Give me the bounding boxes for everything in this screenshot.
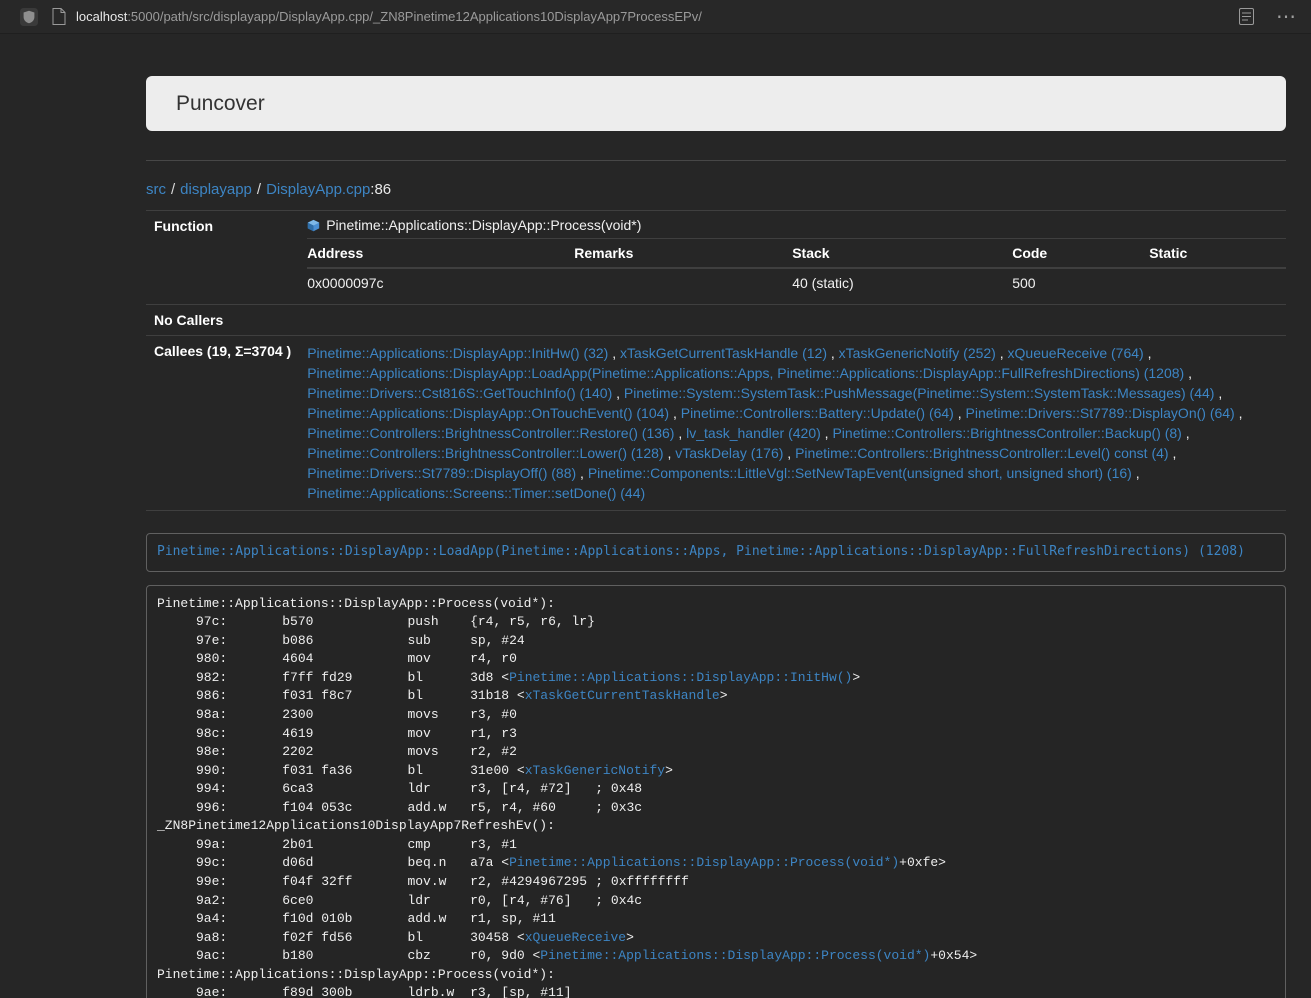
function-signature: Pinetime::Applications::DisplayApp::Proc… [326, 218, 641, 233]
callee-link[interactable]: lv_task_handler (420) [686, 425, 821, 441]
url-host: localhost [76, 9, 127, 24]
callee-link[interactable]: xQueueReceive (764) [1008, 345, 1144, 361]
reader-mode-icon[interactable] [1239, 8, 1254, 25]
symbol-link[interactable]: Pinetime::Applications::DisplayApp::Proc… [509, 855, 899, 870]
browser-toolbar: localhost:5000/path/src/displayapp/Displ… [0, 0, 1311, 34]
address-bar[interactable]: localhost:5000/path/src/displayapp/Displ… [76, 9, 1215, 24]
column-header-remarks: Remarks [574, 239, 792, 269]
callee-link[interactable]: Pinetime::Controllers::BrightnessControl… [307, 425, 674, 441]
shield-extension-icon[interactable] [20, 8, 38, 26]
page-content: Puncover src / displayapp / DisplayApp.cpp:8… [146, 76, 1286, 998]
callee-link[interactable]: Pinetime::Components::LittleVgl::SetNewT… [588, 465, 1132, 481]
callees-row: Callees (19, Σ=3704 ) Pinetime::Applicat… [146, 336, 1286, 511]
loadapp-symbol-link[interactable]: Pinetime::Applications::DisplayApp::Load… [157, 544, 1245, 559]
no-callers-cell [299, 305, 1286, 336]
callee-link[interactable]: Pinetime::Applications::DisplayApp::OnTo… [307, 405, 669, 421]
callee-link[interactable]: Pinetime::Controllers::BrightnessControl… [307, 445, 663, 461]
function-row-label: Function [146, 211, 299, 305]
breadcrumb-file[interactable]: DisplayApp.cpp [266, 181, 370, 198]
disassembly-code: Pinetime::Applications::DisplayApp::Proc… [157, 596, 977, 998]
callee-link[interactable]: Pinetime::Drivers::St7789::DisplayOff() … [307, 465, 576, 481]
callee-link[interactable]: xTaskGenericNotify (252) [839, 345, 996, 361]
callees-label: Callees (19, Σ=3704 ) [146, 336, 299, 511]
callee-link[interactable]: Pinetime::Controllers::BrightnessControl… [795, 445, 1168, 461]
breadcrumb-separator: / [257, 181, 261, 198]
overflow-menu-icon[interactable]: ⋯ [1276, 7, 1297, 27]
symbol-link[interactable]: xTaskGetCurrentTaskHandle [525, 688, 720, 703]
symbol-link[interactable]: Pinetime::Applications::DisplayApp::Init… [509, 670, 852, 685]
function-row: Function Pinetime::Applications::Display… [146, 211, 1286, 305]
function-stats-row: 0x0000097c 40 (static) 500 [307, 268, 1286, 297]
disassembly-box: Pinetime::Applications::DisplayApp::Proc… [146, 585, 1286, 998]
function-stats-table: Address Remarks Stack Code Static 0x0000… [307, 238, 1286, 297]
callee-link[interactable]: Pinetime::Controllers::Battery::Update()… [681, 405, 954, 421]
callee-link[interactable]: xTaskGetCurrentTaskHandle (12) [620, 345, 827, 361]
symbol-link[interactable]: Pinetime::Applications::DisplayApp::Proc… [540, 948, 930, 963]
address-value: 0x0000097c [307, 268, 574, 297]
remarks-value [574, 268, 792, 297]
column-header-code: Code [1012, 239, 1149, 269]
callee-link[interactable]: Pinetime::System::SystemTask::PushMessag… [624, 385, 1215, 401]
breadcrumb-displayapp[interactable]: displayapp [180, 181, 252, 198]
divider [146, 160, 1286, 161]
breadcrumb-separator: / [171, 181, 175, 198]
column-header-stack: Stack [792, 239, 1012, 269]
app-header: Puncover [146, 76, 1286, 131]
breadcrumb-line-number: :86 [370, 181, 391, 198]
callee-link[interactable]: Pinetime::Applications::DisplayApp::Load… [307, 365, 1184, 381]
page-icon [52, 8, 66, 25]
breadcrumb-src[interactable]: src [146, 181, 166, 198]
static-value [1149, 268, 1286, 297]
callee-link[interactable]: Pinetime::Drivers::Cst816S::GetTouchInfo… [307, 385, 612, 401]
callee-link[interactable]: Pinetime::Controllers::BrightnessControl… [832, 425, 1181, 441]
function-icon [307, 219, 320, 232]
breadcrumb: src / displayapp / DisplayApp.cpp:86 [146, 181, 1286, 198]
callees-cell: Pinetime::Applications::DisplayApp::Init… [299, 336, 1286, 511]
callee-link[interactable]: vTaskDelay (176) [675, 445, 783, 461]
url-path: :5000/path/src/displayapp/DisplayApp.cpp… [127, 9, 702, 24]
callee-link[interactable]: Pinetime::Applications::Screens::Timer::… [307, 485, 645, 501]
no-callers-row: No Callers [146, 305, 1286, 336]
symbol-link[interactable]: xTaskGenericNotify [525, 763, 665, 778]
callee-link[interactable]: Pinetime::Applications::DisplayApp::Init… [307, 345, 608, 361]
highlight-symbol-box: Pinetime::Applications::DisplayApp::Load… [146, 533, 1286, 572]
code-value: 500 [1012, 268, 1149, 297]
symbol-link[interactable]: xQueueReceive [525, 930, 626, 945]
column-header-static: Static [1149, 239, 1286, 269]
callee-link[interactable]: Pinetime::Drivers::St7789::DisplayOn() (… [966, 405, 1235, 421]
stack-value: 40 (static) [792, 268, 1012, 297]
column-header-address: Address [307, 239, 574, 269]
no-callers-label: No Callers [146, 305, 299, 336]
function-table: Function Pinetime::Applications::Display… [146, 210, 1286, 511]
app-title: Puncover [176, 92, 265, 116]
